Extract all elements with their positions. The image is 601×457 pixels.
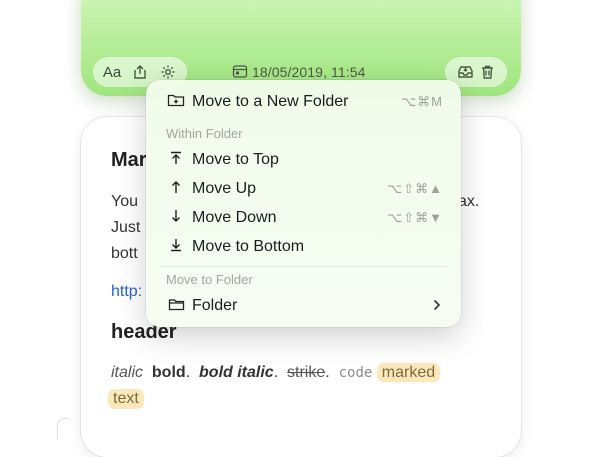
menu-item-move-up[interactable]: Move Up ⌥⇧⌘▲ — [146, 175, 461, 203]
new-folder-icon — [166, 93, 186, 111]
arrow-to-top-icon — [166, 151, 186, 169]
strike-text: strike — [287, 364, 326, 381]
arrow-down-icon — [166, 209, 186, 227]
note-text-line: Just — [111, 219, 141, 236]
menu-item-move-to-bottom[interactable]: Move to Bottom — [146, 233, 461, 261]
bold-text: bold — [151, 364, 186, 381]
arrow-to-bottom-icon — [166, 238, 186, 256]
menu-item-label: Folder — [192, 297, 238, 314]
note-text-line-end: ax. — [458, 193, 480, 210]
calendar-icon — [232, 64, 248, 81]
trash-icon[interactable] — [476, 61, 498, 83]
note-date: 18/05/2019, 11:54 — [232, 63, 366, 81]
menu-item-label: Move Down — [192, 209, 277, 226]
menu-item-shortcut: ⌥⇧⌘▲ — [387, 181, 443, 196]
marked-text-continued: text — [108, 389, 144, 409]
menu-item-shortcut: ⌥⇧⌘▼ — [387, 210, 443, 225]
arrow-up-icon — [166, 180, 186, 198]
menu-section-move-to-folder: Move to Folder — [166, 272, 253, 287]
menu-item-move-down[interactable]: Move Down ⌥⇧⌘▼ — [146, 204, 461, 232]
menu-divider — [160, 266, 447, 267]
note-text-line: You — [111, 193, 138, 210]
menu-item-label: Move to a New Folder — [192, 93, 349, 110]
code-text: code — [338, 365, 373, 381]
background-card-edge — [57, 418, 68, 439]
note-link[interactable]: http: — [111, 283, 142, 301]
format-button[interactable]: Aa — [101, 61, 123, 83]
bold-italic-text: bold italic — [199, 364, 274, 381]
context-menu: Move to a New Folder ⌥⌘M Within Folder M… — [146, 80, 461, 327]
menu-section-within-folder: Within Folder — [166, 126, 243, 141]
menu-item-move-to-top[interactable]: Move to Top — [146, 146, 461, 174]
menu-item-label: Move Up — [192, 180, 257, 197]
note-text-line: bott — [111, 245, 138, 262]
menu-item-label: Move to Bottom — [192, 238, 305, 255]
folder-icon — [166, 298, 186, 315]
menu-item-label: Move to Top — [192, 151, 279, 168]
note-date-text: 18/05/2019, 11:54 — [252, 64, 366, 80]
menu-item-folder[interactable]: Folder — [146, 292, 461, 320]
formatting-examples: italic bold. bold italic. strike. code m… — [111, 363, 441, 382]
menu-item-move-to-new-folder[interactable]: Move to a New Folder ⌥⌘M — [146, 88, 461, 116]
share-icon[interactable] — [129, 61, 151, 83]
menu-item-shortcut: ⌥⌘M — [401, 94, 443, 109]
archive-icon[interactable] — [454, 61, 476, 83]
italic-text: italic — [111, 364, 144, 381]
chevron-right-icon — [433, 298, 441, 315]
note-title: Mar — [111, 149, 147, 171]
marked-text: marked — [376, 363, 441, 382]
